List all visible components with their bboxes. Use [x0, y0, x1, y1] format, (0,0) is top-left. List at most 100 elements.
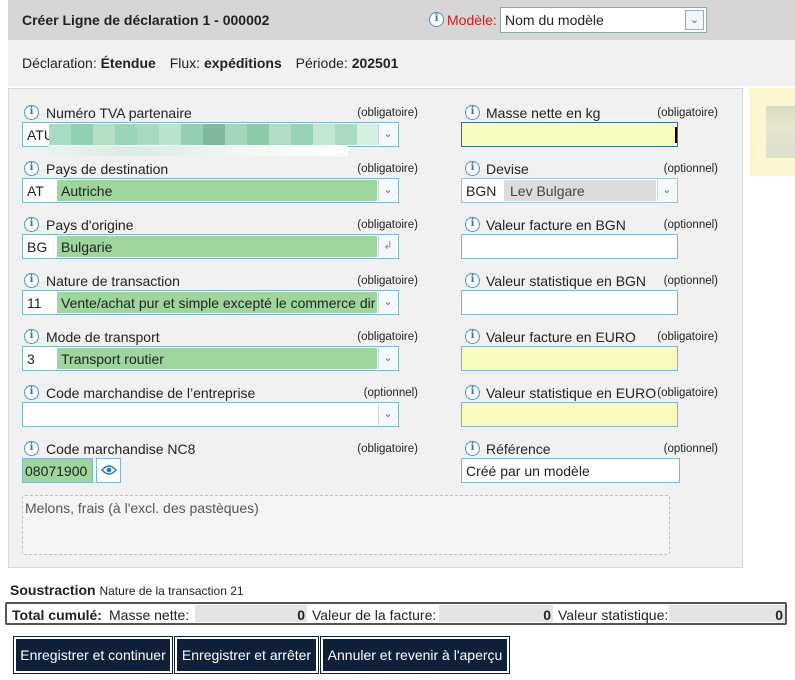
info-icon[interactable]: i	[429, 12, 444, 27]
destination-country-select[interactable]: AT Autriche ⌄	[22, 178, 399, 203]
info-icon[interactable]: i	[465, 273, 480, 288]
totals-bar: Total cumulé: Masse nette: 0 Valeur de l…	[5, 602, 787, 625]
origin-country-value: Bulgarie	[61, 239, 113, 255]
transport-mode-label: Mode de transport	[46, 329, 160, 345]
info-icon[interactable]: i	[24, 217, 39, 232]
vat-partner-label: Numéro TVA partenaire	[46, 105, 192, 121]
statistical-total-value: 0	[775, 607, 783, 623]
info-icon[interactable]: i	[24, 385, 39, 400]
commodity-description-text: Melons, frais (à l'excl. des pastèques)	[25, 500, 259, 516]
vat-number-masked	[49, 124, 379, 145]
totals-label: Total cumulé:	[12, 607, 102, 623]
reference-label: Référence	[486, 441, 551, 457]
chevron-down-icon[interactable]: ⌄	[378, 180, 397, 201]
info-icon[interactable]: i	[465, 161, 480, 176]
chevron-down-icon[interactable]: ⌄	[378, 124, 397, 145]
side-panel-image	[766, 106, 795, 158]
flux-value: expéditions	[203, 55, 282, 71]
info-icon[interactable]: i	[24, 161, 39, 176]
chevron-down-icon[interactable]: ⌄	[378, 404, 397, 425]
modele-select[interactable]: Nom du modèle ⌄	[500, 7, 707, 33]
info-icon[interactable]: i	[465, 105, 480, 120]
transaction-nature-select[interactable]: 11 Vente/achat pur et simple excepté le …	[22, 290, 399, 315]
nc8-code-input[interactable]: 08071900	[22, 458, 93, 483]
nc8-code-req: (obligatoire)	[357, 443, 418, 455]
statistical-value-eur-req: (obligatoire)	[657, 387, 718, 399]
subtraction-label: Soustraction	[10, 582, 96, 598]
currency-label: Devise	[486, 161, 529, 177]
info-icon[interactable]: i	[24, 441, 39, 456]
transport-mode-value: Transport routier	[61, 351, 164, 367]
currency-select[interactable]: BGN Lev Bulgare ⌄	[461, 178, 678, 203]
statistical-total-label: Valeur statistique:	[558, 607, 669, 623]
chevron-down-icon[interactable]: ⌄	[685, 10, 704, 30]
currency-req: (optionnel)	[663, 163, 718, 175]
transport-mode-req: (obligatoire)	[357, 331, 418, 343]
origin-country-label: Pays d'origine	[46, 217, 134, 233]
cancel-button[interactable]: Annuler et revenir à l'aperçu	[320, 636, 510, 674]
invoice-value-eur-input[interactable]	[461, 346, 678, 371]
reference-req: (optionnel)	[663, 443, 718, 455]
destination-country-label: Pays de destination	[46, 161, 169, 177]
statistical-value-bgn-req: (optionnel)	[663, 275, 718, 287]
net-mass-total-value: 0	[297, 607, 305, 623]
transaction-nature-value: Vente/achat pur et simple excepté le com…	[61, 295, 375, 311]
corner-arrow-icon[interactable]: ↲	[378, 236, 397, 257]
vat-partner-req: (obligatoire)	[357, 107, 418, 119]
transaction-nature-label: Nature de transaction	[46, 273, 180, 289]
subtraction-note: Soustraction Nature de la transaction 21	[10, 582, 244, 598]
statistical-value-bgn-input[interactable]	[461, 290, 678, 315]
origin-country-select[interactable]: BG Bulgarie ↲	[22, 234, 399, 259]
nc8-code-label: Code marchandise NC8	[46, 441, 196, 457]
title-bar: Créer Ligne de déclaration 1 - 000002 i …	[8, 0, 795, 40]
net-mass-input[interactable]	[461, 122, 678, 147]
net-mass-total-label: Masse nette:	[109, 607, 190, 623]
info-icon[interactable]: i	[465, 329, 480, 344]
company-commodity-code-label: Code marchandise de l’entreprise	[46, 385, 256, 401]
declaration-info-bar: Déclaration: Étendue Flux: expéditions P…	[8, 40, 795, 86]
info-icon[interactable]: i	[465, 385, 480, 400]
commodity-description: Melons, frais (à l'excl. des pastèques)	[22, 495, 670, 555]
save-continue-button[interactable]: Enregistrer et continuer	[13, 636, 173, 674]
chevron-down-icon[interactable]: ⌄	[378, 348, 397, 369]
transport-mode-code: 3	[27, 351, 35, 367]
info-icon[interactable]: i	[465, 217, 480, 232]
periode-label: Période:	[295, 55, 348, 71]
transport-mode-select[interactable]: 3 Transport routier ⌄	[22, 346, 399, 371]
statistical-value-eur-input[interactable]	[461, 402, 678, 427]
vat-partner-select[interactable]: ATU ⌄	[22, 122, 399, 147]
origin-country-code: BG	[27, 239, 48, 255]
reference-value: Créé par un modèle	[466, 463, 590, 479]
chevron-down-icon[interactable]: ⌄	[657, 180, 676, 201]
invoice-total-label: Valeur de la facture:	[312, 607, 437, 623]
transaction-nature-req: (obligatoire)	[357, 275, 418, 287]
side-panel-placeholder	[750, 88, 795, 176]
save-stop-button[interactable]: Enregistrer et arrêter	[174, 636, 319, 674]
destination-country-code: AT	[27, 183, 44, 199]
modele-label: Modèle:	[447, 12, 497, 28]
invoice-value-eur-label: Valeur facture en EURO	[486, 329, 636, 345]
nc8-code-value: 08071900	[25, 463, 88, 479]
eye-icon[interactable]	[96, 458, 121, 483]
info-icon[interactable]: i	[465, 441, 480, 456]
declaration-label: Déclaration:	[22, 55, 97, 71]
info-icon[interactable]: i	[24, 329, 39, 344]
flux-label: Flux:	[169, 55, 201, 71]
destination-country-req: (obligatoire)	[357, 163, 418, 175]
company-commodity-code-req: (optionnel)	[363, 387, 418, 399]
vat-mask-shadow	[48, 146, 348, 156]
invoice-value-eur-req: (obligatoire)	[657, 331, 718, 343]
info-icon[interactable]: i	[24, 105, 39, 120]
modele-select-value: Nom du modèle	[505, 12, 604, 28]
company-commodity-code-select[interactable]: ⌄	[22, 402, 399, 427]
reference-input[interactable]: Créé par un modèle	[461, 458, 680, 483]
declaration-info: Déclaration: Étendue Flux: expéditions P…	[22, 55, 408, 71]
periode-value: 202501	[351, 55, 399, 71]
net-mass-label: Masse nette en kg	[486, 105, 601, 121]
invoice-value-bgn-input[interactable]	[461, 234, 678, 259]
info-icon[interactable]: i	[24, 273, 39, 288]
net-mass-req: (obligatoire)	[657, 107, 718, 119]
text-cursor	[675, 127, 677, 143]
destination-country-value: Autriche	[61, 183, 113, 199]
chevron-down-icon[interactable]: ⌄	[378, 292, 397, 313]
